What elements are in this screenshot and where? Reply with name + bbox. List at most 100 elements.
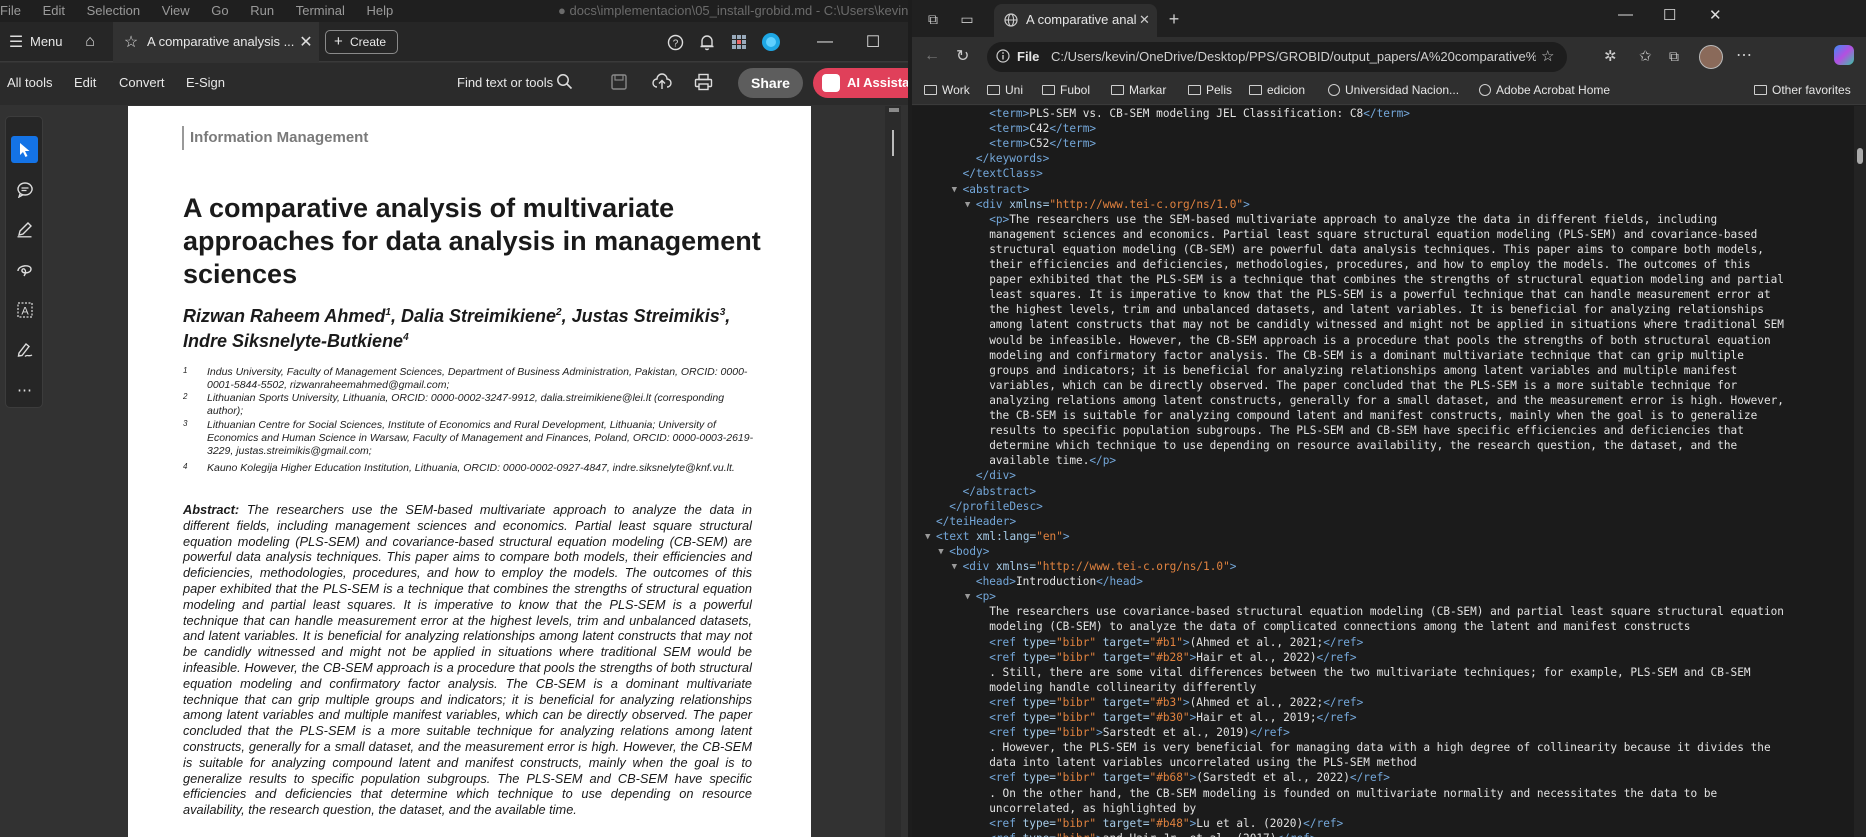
new-tab-icon[interactable]: + [1163,8,1185,30]
collapse-triangle-icon[interactable]: ▼ [965,590,970,605]
document-tab[interactable]: ☆ A comparative analysis ... ✕ [113,22,319,62]
collapse-triangle-icon[interactable]: ▼ [938,545,943,560]
help-icon[interactable]: ? [662,29,688,55]
bell-icon[interactable] [694,29,720,55]
save-icon[interactable] [610,73,628,94]
tab-actions-icon[interactable]: ▭ [956,8,978,30]
xml-attr-name: type= [1022,726,1056,740]
vscode-menu-run[interactable]: Run [250,0,274,22]
xml-line: </keywords> [976,151,1049,166]
sign-icon[interactable] [11,336,38,363]
xml-text: C42 [1029,122,1050,136]
xml-attr-value: "bibr" [1056,635,1097,649]
favorite-link[interactable]: Adobe Acrobat Home [1479,83,1610,97]
copilot-icon[interactable] [1834,45,1854,65]
text-box-icon[interactable]: A [11,296,38,323]
favorite-folder[interactable]: Fubol [1042,83,1090,97]
favorite-label: Markar [1129,83,1167,97]
favorite-folder[interactable]: Markar [1111,83,1166,97]
favorite-folder[interactable]: Uni [987,83,1023,97]
close-tab-icon[interactable]: ✕ [293,29,319,55]
vscode-menu-view[interactable]: View [162,0,190,22]
create-button[interactable]: + Create [325,30,398,54]
vscode-menu-edit[interactable]: Edit [43,0,65,22]
xml-tag: <term> [989,107,1030,120]
collapse-triangle-icon[interactable]: ▼ [965,198,970,213]
xml-tag: <p> [989,212,1010,226]
find-text-link[interactable]: Find text or tools [457,75,553,90]
scroll-thumb[interactable] [1857,148,1863,164]
pdf-scrollbar[interactable] [885,106,901,837]
back-arrow-icon[interactable]: ← [924,47,940,65]
ai-assistant-button[interactable]: AI Assistant [813,68,908,98]
author-name: Rizwan Raheem Ahmed [183,306,386,326]
search-icon[interactable] [556,73,573,93]
xml-line: <head>Introduction</head> [976,574,1143,589]
refresh-icon[interactable]: ↻ [956,46,969,66]
apps-grid-icon[interactable] [726,29,752,55]
xml-line: variables, which can be directly observe… [989,378,1737,393]
scroll-up-arrow[interactable] [889,108,899,112]
draw-freehand-icon[interactable] [11,256,38,283]
select-cursor-icon[interactable] [11,136,38,163]
favorite-folder[interactable]: edicion [1249,83,1305,97]
highlight-pen-icon[interactable] [11,216,38,243]
collapse-triangle-icon[interactable]: ▼ [952,183,957,198]
home-icon[interactable]: ⌂ [77,29,103,55]
scroll-thumb[interactable] [892,130,894,156]
xml-scrollbar[interactable] [1854,106,1866,837]
acrobat-window: File Edit Selection View Go Run Terminal… [0,0,908,837]
xml-text: variables, which can be directly observe… [989,378,1738,392]
xml-tag: <ref [989,832,1022,837]
edit-link[interactable]: Edit [74,75,96,90]
favorite-star-icon[interactable]: ☆ [1541,47,1554,65]
edge-active-tab[interactable]: A comparative analysis of multiva ✕ [994,4,1157,37]
favorite-folder[interactable]: Pelis [1188,83,1232,97]
more-tools-icon[interactable]: ⋯ [11,376,38,403]
xml-line: modeling and confirmatory factor analysi… [989,348,1744,363]
xml-line: the highest levels, trim and unbalanced … [989,302,1764,317]
extensions-icon[interactable]: ✲ [1604,47,1617,65]
maximize-icon[interactable]: ☐ [860,29,886,55]
vscode-menu-help[interactable]: Help [367,0,394,22]
profile-avatar[interactable] [1699,45,1723,69]
collapse-triangle-icon[interactable]: ▼ [952,560,957,575]
collections-icon[interactable]: ⧉ [1669,48,1679,65]
xml-text: C52 [1029,137,1050,151]
close-window-icon[interactable]: ✕ [1709,6,1722,24]
ai-assistant-icon [822,74,840,92]
profile-avatar[interactable] [758,29,784,55]
vscode-menu-go[interactable]: Go [211,0,228,22]
workspaces-icon[interactable]: ⧉ [922,8,944,30]
close-tab-icon[interactable]: ✕ [1139,12,1150,28]
info-icon[interactable] [996,49,1010,68]
print-icon[interactable] [694,73,713,94]
esign-link[interactable]: E-Sign [186,75,225,90]
maximize-icon[interactable]: ☐ [1663,6,1676,24]
vscode-menu-terminal[interactable]: Terminal [296,0,345,22]
all-tools-link[interactable]: All tools [7,75,53,90]
url-text[interactable]: C:/Users/kevin/OneDrive/Desktop/PPS/GROB… [1051,49,1536,64]
share-button[interactable]: Share [738,68,803,98]
address-bar[interactable]: File C:/Users/kevin/OneDrive/Desktop/PPS… [987,42,1567,72]
collapse-triangle-icon[interactable]: ▼ [925,530,930,545]
vscode-menu-selection[interactable]: Selection [87,0,140,22]
comment-icon[interactable] [11,176,38,203]
convert-link[interactable]: Convert [119,75,165,90]
minimize-icon[interactable]: — [812,29,838,55]
vscode-menu-file[interactable]: File [0,0,21,22]
xml-text: Hair et al., 2022) [1196,650,1317,664]
abstract-text: The researchers use the SEM-based multiv… [183,502,752,818]
upload-icon[interactable] [652,73,672,94]
affiliation-text: Lithuanian Centre for Social Sciences, I… [207,419,754,457]
hamburger-icon[interactable]: ☰ [3,29,29,55]
star-icon[interactable]: ☆ [118,29,144,55]
favorite-folder[interactable]: Work [924,83,970,97]
favorite-folder[interactable]: Other favorites [1754,83,1851,97]
more-menu-icon[interactable]: ⋯ [1736,45,1752,65]
xml-text: PLS-SEM vs. CB-SEM modeling JEL Classifi… [1029,107,1364,120]
minimize-icon[interactable]: — [1618,6,1633,23]
favorite-link[interactable]: Universidad Nacion... [1328,83,1459,97]
menu-label[interactable]: Menu [30,34,63,49]
favorites-icon[interactable]: ✩ [1639,47,1652,65]
